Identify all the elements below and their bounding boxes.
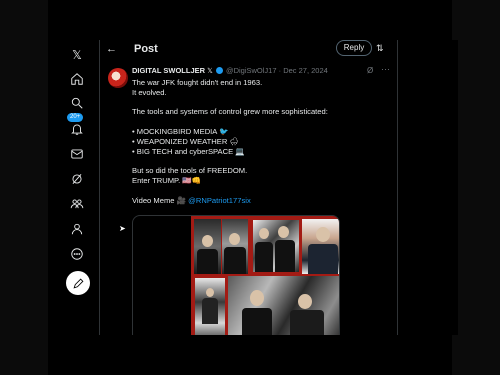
- tweet-media[interactable]: [132, 215, 340, 335]
- back-button[interactable]: ←: [106, 43, 117, 55]
- mention-link[interactable]: @RNPatriot177six: [188, 196, 251, 205]
- more-icon: [71, 248, 83, 260]
- x-badge-icon: 𝕏: [207, 68, 213, 75]
- nav-search[interactable]: [62, 92, 92, 114]
- video-meme-label: Video Meme 🎥: [132, 195, 189, 205]
- compose-post-button[interactable]: [66, 271, 90, 295]
- profile-icon: [71, 223, 83, 235]
- tweet-text: The war JFK fought didn't end in 1963. I…: [132, 78, 390, 206]
- nav-home[interactable]: [62, 68, 92, 90]
- notification-badge: 20+: [67, 113, 84, 122]
- nav-notifications[interactable]: 20+: [62, 113, 92, 140]
- tweet-line: • WEAPONIZED WEATHER 🌧: [132, 136, 240, 146]
- post-header: ← Post Reply ⇅: [100, 40, 397, 62]
- collage-photo: [228, 276, 339, 335]
- grok-explain-icon[interactable]: Ø: [367, 66, 373, 75]
- mouse-cursor-icon: ➤: [119, 224, 126, 233]
- search-icon: [71, 97, 83, 109]
- collage-photo: [253, 220, 299, 272]
- reply-button[interactable]: Reply: [336, 40, 372, 56]
- messages-icon: [71, 149, 83, 159]
- home-icon: [71, 73, 83, 85]
- compose-post-icon: [72, 278, 83, 289]
- nav-grok[interactable]: [62, 168, 92, 190]
- tweet-line: But so did the tools of FREEDOM.: [132, 166, 248, 176]
- collage-photo: [194, 219, 221, 274]
- right-margin: [452, 0, 500, 375]
- tweet-line: • MOCKINGBIRD MEDIA 🐦: [132, 126, 229, 136]
- tweet-line: The tools and systems of control grew mo…: [132, 107, 328, 117]
- tweet-line: It evolved.: [132, 88, 167, 98]
- notifications-icon: [71, 124, 83, 135]
- collage-photo: [222, 219, 248, 274]
- nav-communities[interactable]: [62, 193, 92, 215]
- x-logo-icon: 𝕏: [72, 48, 82, 62]
- nav-profile[interactable]: [62, 218, 92, 240]
- collage-photo: [195, 278, 225, 335]
- collage-photo: [302, 219, 339, 274]
- tweet-line: • BIG TECH and cyberSPACE 💻: [132, 147, 245, 157]
- left-margin: [0, 0, 48, 375]
- sort-replies-icon[interactable]: ⇅: [376, 43, 384, 54]
- avatar[interactable]: [108, 68, 128, 88]
- post-column: ← Post Reply ⇅ DIGITAL SWOLLJER 𝕏 @DigiS…: [99, 40, 398, 335]
- screen: 𝕏 20+ ← Post Reply ⇅ DIGITAL SWOLLJER 𝕏 …: [0, 0, 500, 375]
- handle-and-date[interactable]: @DigiSwOlJ17 · Dec 27, 2024: [226, 66, 328, 75]
- nav-messages[interactable]: [62, 143, 92, 165]
- tweet-line: Enter TRUMP. 🇺🇸👊: [132, 176, 202, 186]
- tweet-line: The war JFK fought didn't end in 1963.: [132, 78, 263, 87]
- verified-icon: [215, 67, 223, 74]
- communities-icon: [70, 199, 84, 209]
- author-name[interactable]: DIGITAL SWOLLJER: [132, 66, 205, 75]
- grok-icon: [72, 174, 82, 184]
- tweet-line: Video Meme 🎥 @RNPatriot177six: [132, 196, 390, 206]
- nav-more[interactable]: [62, 243, 92, 265]
- tweet-author-line: DIGITAL SWOLLJER 𝕏 @DigiSwOlJ17 · Dec 27…: [132, 66, 328, 75]
- tweet-more-icon[interactable]: ···: [381, 64, 390, 74]
- page-title: Post: [134, 43, 158, 55]
- x-logo-button[interactable]: 𝕏: [62, 44, 92, 66]
- video-thumbnail[interactable]: [191, 216, 339, 335]
